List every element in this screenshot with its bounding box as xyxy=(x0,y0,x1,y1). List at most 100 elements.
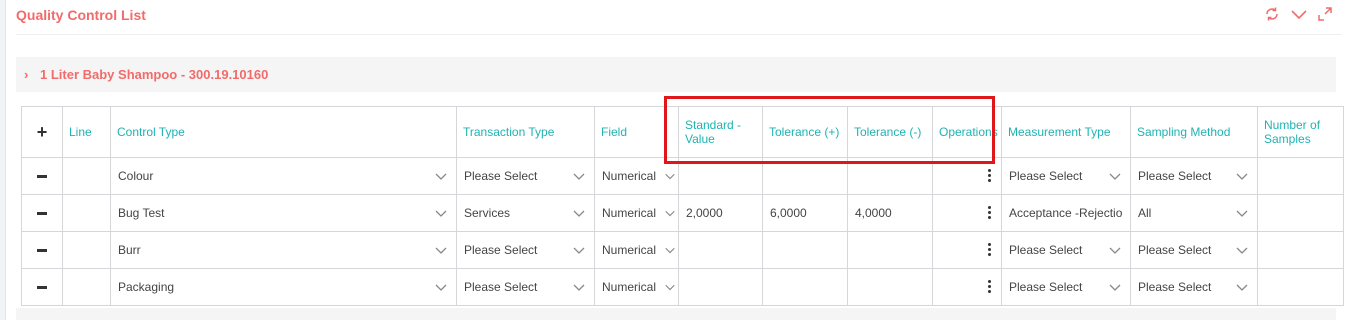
sampling-method-value: Please Select xyxy=(1138,243,1212,257)
transaction-type-select[interactable]: Please Select xyxy=(456,157,595,195)
sampling-method-value: All xyxy=(1138,206,1152,220)
transaction-type-select[interactable]: Please Select xyxy=(456,268,595,306)
header-standard-value: Standard - Value xyxy=(678,106,763,158)
measurement-type-value: Please Select xyxy=(1009,169,1083,183)
chevron-down-icon xyxy=(1109,284,1121,291)
refresh-icon[interactable] xyxy=(1264,6,1280,22)
tolerance-minus-input[interactable]: 4,0000 xyxy=(847,194,933,232)
standard-value-input[interactable] xyxy=(678,157,763,195)
next-section-strip xyxy=(16,308,1336,320)
header-operations: Operations xyxy=(932,106,1002,158)
expand-icon[interactable] xyxy=(1318,7,1332,21)
field-value: Numerical xyxy=(602,206,657,220)
field-select[interactable]: Numerical xyxy=(594,157,679,195)
measurement-type-value: Please Select xyxy=(1009,243,1083,257)
measurement-type-select[interactable]: Please Select xyxy=(1001,157,1131,195)
header-divider xyxy=(16,34,1341,35)
standard-value-input[interactable] xyxy=(678,268,763,306)
tolerance-plus-input[interactable]: 6,0000 xyxy=(762,194,848,232)
chevron-down-icon xyxy=(665,173,675,180)
measurement-type-select[interactable]: Please Select xyxy=(1001,268,1131,306)
chevron-down-icon xyxy=(665,284,675,291)
more-vertical-icon[interactable] xyxy=(988,243,991,257)
panel-header-actions xyxy=(1264,6,1332,22)
number-of-samples-input[interactable] xyxy=(1257,194,1344,232)
chevron-down-icon[interactable] xyxy=(1290,6,1308,22)
sampling-method-value: Please Select xyxy=(1138,280,1212,294)
field-value: Numerical xyxy=(602,243,657,257)
add-row-button[interactable]: + xyxy=(21,106,63,158)
table-row: Packaging Please Select Numerical Please… xyxy=(21,268,1344,306)
more-vertical-icon[interactable] xyxy=(988,280,991,294)
field-value: Numerical xyxy=(602,280,657,294)
operations-cell xyxy=(932,157,1002,195)
tolerance-minus-input[interactable] xyxy=(847,231,933,269)
control-type-select[interactable]: Packaging xyxy=(110,268,457,306)
header-control-type: Control Type xyxy=(110,106,457,158)
table-row: Colour Please Select Numerical Please Se… xyxy=(21,157,1344,195)
operations-cell xyxy=(932,194,1002,232)
chevron-down-icon xyxy=(435,284,447,291)
control-type-value: Bug Test xyxy=(118,206,165,220)
table-row: Bug Test Services Numerical 2,0000 6,000… xyxy=(21,194,1344,232)
chevron-down-icon xyxy=(1109,247,1121,254)
transaction-type-value: Please Select xyxy=(464,169,538,183)
header-line: Line xyxy=(62,106,111,158)
line-cell[interactable] xyxy=(62,157,111,195)
sampling-method-select[interactable]: Please Select xyxy=(1130,268,1258,306)
header-tolerance-plus: Tolerance (+) xyxy=(762,106,848,158)
chevron-down-icon xyxy=(435,247,447,254)
chevron-down-icon xyxy=(1236,247,1248,254)
header-number-of-samples: Number of Samples xyxy=(1257,106,1344,158)
header-sampling-method: Sampling Method xyxy=(1130,106,1258,158)
sampling-method-select[interactable]: Please Select xyxy=(1130,231,1258,269)
line-cell[interactable] xyxy=(62,231,111,269)
measurement-type-value: Acceptance -Rejectio xyxy=(1009,206,1123,220)
measurement-type-select[interactable]: Acceptance -Rejectio xyxy=(1001,194,1131,232)
quality-control-panel: Quality Control List › 1 Liter Baby Sham… xyxy=(5,0,1348,320)
tolerance-minus-input[interactable] xyxy=(847,268,933,306)
measurement-type-value: Please Select xyxy=(1009,280,1083,294)
tolerance-minus-input[interactable] xyxy=(847,157,933,195)
quality-control-table: + Line Control Type Transaction Type Fie… xyxy=(21,106,1344,306)
number-of-samples-input[interactable] xyxy=(1257,231,1344,269)
standard-value-input[interactable] xyxy=(678,231,763,269)
chevron-down-icon xyxy=(665,247,675,254)
header-field: Field xyxy=(594,106,679,158)
sampling-method-select[interactable]: All xyxy=(1130,194,1258,232)
more-vertical-icon[interactable] xyxy=(988,206,991,220)
measurement-type-select[interactable]: Please Select xyxy=(1001,231,1131,269)
chevron-right-icon[interactable]: › xyxy=(24,67,28,82)
number-of-samples-input[interactable] xyxy=(1257,157,1344,195)
remove-row-button[interactable] xyxy=(21,157,63,195)
remove-row-button[interactable] xyxy=(21,231,63,269)
transaction-type-select[interactable]: Services xyxy=(456,194,595,232)
sampling-method-select[interactable]: Please Select xyxy=(1130,157,1258,195)
standard-value-input[interactable]: 2,0000 xyxy=(678,194,763,232)
more-vertical-icon[interactable] xyxy=(988,169,991,183)
field-select[interactable]: Numerical xyxy=(594,231,679,269)
chevron-down-icon xyxy=(573,247,585,254)
transaction-type-select[interactable]: Please Select xyxy=(456,231,595,269)
line-cell[interactable] xyxy=(62,194,111,232)
field-select[interactable]: Numerical xyxy=(594,268,679,306)
control-type-value: Burr xyxy=(118,243,141,257)
remove-row-button[interactable] xyxy=(21,194,63,232)
chevron-down-icon xyxy=(1236,210,1248,217)
product-section-bar[interactable]: › 1 Liter Baby Shampoo - 300.19.10160 xyxy=(16,57,1336,92)
field-select[interactable]: Numerical xyxy=(594,194,679,232)
tolerance-plus-input[interactable] xyxy=(762,231,848,269)
chevron-down-icon xyxy=(573,284,585,291)
control-type-select[interactable]: Colour xyxy=(110,157,457,195)
table-row: Burr Please Select Numerical Please Sele… xyxy=(21,231,1344,269)
control-type-select[interactable]: Bug Test xyxy=(110,194,457,232)
control-type-select[interactable]: Burr xyxy=(110,231,457,269)
tolerance-plus-input[interactable] xyxy=(762,268,848,306)
control-type-value: Colour xyxy=(118,169,154,183)
number-of-samples-input[interactable] xyxy=(1257,268,1344,306)
remove-row-button[interactable] xyxy=(21,268,63,306)
line-cell[interactable] xyxy=(62,268,111,306)
panel-title: Quality Control List xyxy=(16,7,146,23)
tolerance-plus-input[interactable] xyxy=(762,157,848,195)
transaction-type-value: Services xyxy=(464,206,511,220)
